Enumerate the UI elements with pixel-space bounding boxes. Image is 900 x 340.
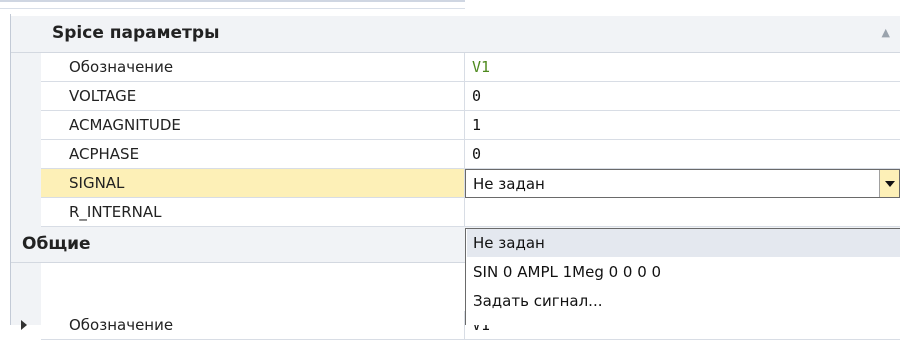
chevron-down-icon — [885, 181, 895, 187]
property-name: Обозначение — [41, 53, 465, 82]
property-name: SIGNAL — [41, 169, 465, 198]
property-row-oboznachenie[interactable]: Обозначение V1 — [41, 53, 900, 82]
property-value-field[interactable]: 1 — [465, 111, 900, 140]
property-name: ACPHASE — [41, 140, 465, 169]
header-line — [0, 8, 465, 9]
property-name: R_INTERNAL — [41, 198, 465, 227]
signal-dropdown-list: Не задан SIN 0 AMPL 1Meg 0 0 0 0 Задать … — [465, 228, 900, 325]
dropdown-option[interactable]: Не задан — [467, 229, 900, 257]
category-label: Общие — [22, 234, 91, 254]
property-name: Обозначение — [21, 311, 465, 340]
property-row-acphase[interactable]: ACPHASE 0 — [41, 140, 900, 169]
property-name: ACMAGNITUDE — [41, 111, 465, 140]
row-gutter — [11, 263, 41, 325]
property-name-label: Обозначение — [69, 316, 174, 334]
property-row-r-internal[interactable]: R_INTERNAL — [41, 198, 900, 227]
property-row-voltage[interactable]: VOLTAGE 0 — [41, 82, 900, 111]
property-value-field[interactable]: 0 — [465, 82, 900, 111]
grid-top-header — [0, 0, 900, 16]
combobox-value: Не задан — [473, 175, 545, 193]
category-label: Spice параметры — [52, 23, 220, 43]
dropdown-option[interactable]: SIN 0 AMPL 1Meg 0 0 0 0 — [467, 258, 900, 286]
expand-icon[interactable] — [21, 320, 27, 330]
property-value-field[interactable]: 0 — [465, 140, 900, 169]
property-value-field[interactable]: V1 — [465, 53, 900, 82]
header-line — [0, 0, 465, 2]
property-row-signal[interactable]: SIGNAL Не задан — [41, 169, 900, 198]
property-name: VOLTAGE — [41, 82, 465, 111]
category-spice-parameters[interactable]: Spice параметры ▲ — [11, 16, 900, 53]
property-row-acmagnitude[interactable]: ACMAGNITUDE 1 — [41, 111, 900, 140]
dropdown-option[interactable]: Задать сигнал... — [467, 287, 900, 315]
dropdown-button[interactable] — [879, 170, 899, 197]
collapse-icon[interactable]: ▲ — [882, 26, 890, 39]
signal-combobox[interactable]: Не задан — [465, 169, 900, 198]
property-value-field[interactable] — [465, 198, 900, 227]
